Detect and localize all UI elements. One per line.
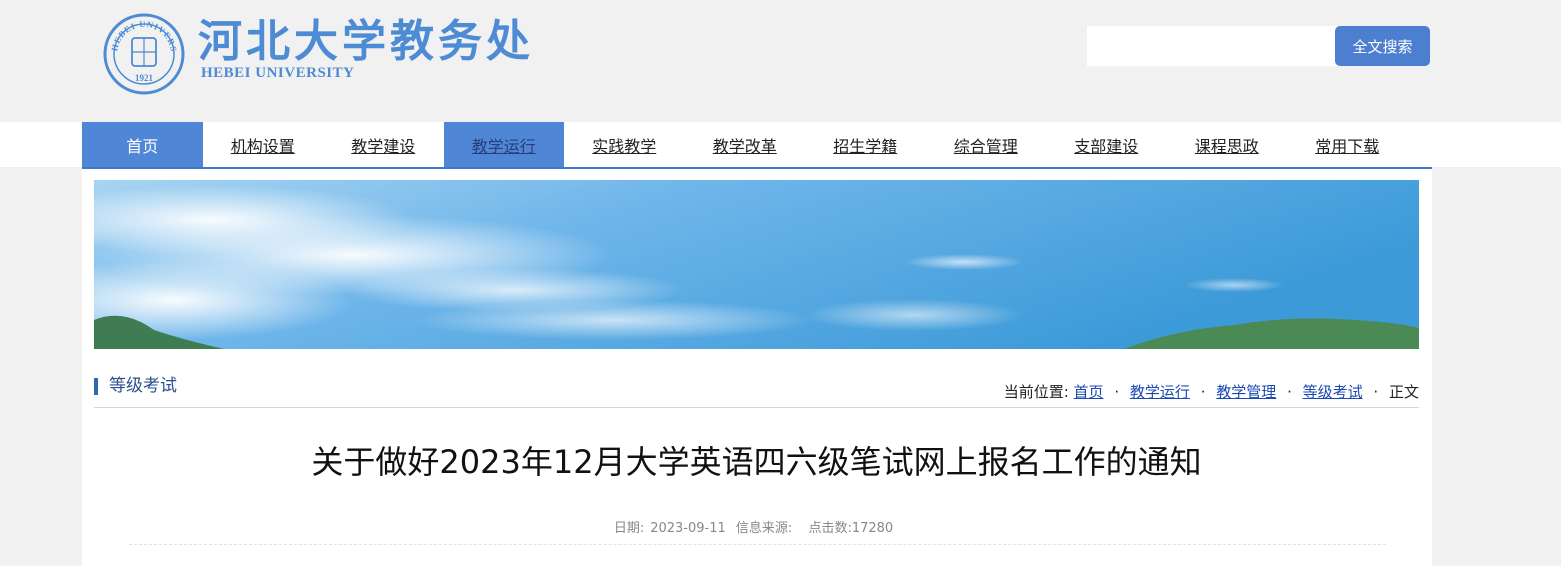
nav-item-practice-teaching[interactable]: 实践教学 <box>564 122 685 167</box>
source-label: 信息来源: <box>735 521 793 536</box>
breadcrumb-link-level-exam[interactable]: 等级考试 <box>1303 383 1363 401</box>
section-divider <box>94 407 1419 408</box>
breadcrumb-link-teaching-management[interactable]: 教学管理 <box>1216 383 1276 401</box>
main-navbar: 首页 机构设置 教学建设 教学运行 实践教学 教学改革 招生学籍 综合管理 支部… <box>0 122 1561 169</box>
breadcrumb-separator: · <box>1114 383 1120 401</box>
site-header: HEBEI UNIVERSITY 1921 河北大学教务处 HEBEI UNIV… <box>0 0 1561 122</box>
university-seal-logo[interactable]: HEBEI UNIVERSITY 1921 <box>103 13 185 95</box>
svg-text:1921: 1921 <box>135 73 154 83</box>
breadcrumb-separator: · <box>1287 383 1292 401</box>
nav-item-downloads[interactable]: 常用下载 <box>1287 122 1408 167</box>
fulltext-search-button[interactable]: 全文搜索 <box>1335 26 1430 66</box>
breadcrumb-link-teaching-operation[interactable]: 教学运行 <box>1130 383 1190 401</box>
meta-divider <box>129 544 1386 546</box>
breadcrumb-link-home[interactable]: 首页 <box>1074 383 1104 401</box>
nav-item-general-management[interactable]: 综合管理 <box>926 122 1047 167</box>
nav-item-enrollment[interactable]: 招生学籍 <box>805 122 926 167</box>
clicks-label: 点击数: <box>808 521 852 536</box>
article-date: 2023-09-11 <box>650 521 726 536</box>
article-clicks: 17280 <box>851 521 894 536</box>
breadcrumb-current: 正文 <box>1388 383 1419 401</box>
nav-item-home[interactable]: 首页 <box>82 122 203 167</box>
content-panel: 等级考试 当前位置: 首页 · 教学运行 · 教学管理 · 等级考试 · 正文 … <box>82 169 1432 566</box>
nav-item-organization[interactable]: 机构设置 <box>203 122 324 167</box>
breadcrumb-separator: · <box>1373 383 1379 401</box>
nav-item-teaching-operation[interactable]: 教学运行 <box>443 122 564 167</box>
section-title: 等级考试 <box>94 378 177 395</box>
sky-banner-image <box>94 180 1419 349</box>
article-meta: 日期: 2023-09-11 信息来源: 点击数:17280 <box>94 517 1419 536</box>
breadcrumb-separator: · <box>1200 383 1206 401</box>
svg-text:HEBEI UNIVERSITY: HEBEI UNIVERSITY <box>103 13 179 53</box>
site-logo-english: HEBEI UNIVERSITY <box>201 65 355 81</box>
nav-item-party-branch[interactable]: 支部建设 <box>1046 122 1167 167</box>
search-input[interactable] <box>1087 26 1337 66</box>
breadcrumb-label: 当前位置: <box>1003 383 1069 401</box>
nav-item-course-ideology[interactable]: 课程思政 <box>1167 122 1288 167</box>
main-nav: 首页 机构设置 教学建设 教学运行 实践教学 教学改革 招生学籍 综合管理 支部… <box>82 122 1432 169</box>
nav-item-teaching-construction[interactable]: 教学建设 <box>323 122 444 167</box>
article-title: 关于做好2023年12月大学英语四六级笔试网上报名工作的通知 <box>311 443 1202 481</box>
breadcrumb: 当前位置: 首页 · 教学运行 · 教学管理 · 等级考试 · 正文 <box>1004 381 1419 402</box>
site-logo-chinese[interactable]: 河北大学教务处 <box>198 16 534 68</box>
nav-item-teaching-reform[interactable]: 教学改革 <box>685 122 806 167</box>
date-label: 日期: <box>613 521 645 536</box>
